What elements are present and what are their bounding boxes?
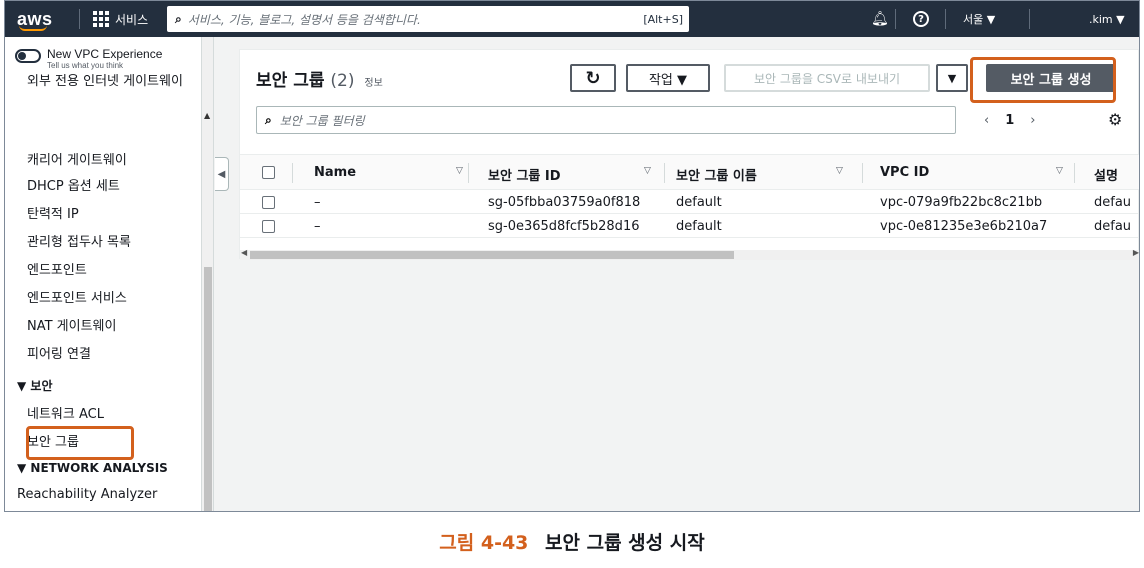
sidebar-item-dhcp-options[interactable]: DHCP 옵션 세트 <box>27 175 120 194</box>
refresh-icon: ↻ <box>585 67 601 89</box>
aws-logo[interactable]: aws <box>17 1 53 37</box>
chevron-left-icon: ◀ <box>217 168 226 180</box>
row-checkbox[interactable] <box>262 196 275 209</box>
sidebar-item-peering[interactable]: 피어링 연결 <box>27 343 91 362</box>
cell-group-id[interactable]: sg-05fbba03759a0f818 <box>488 195 640 210</box>
sidebar-section-security[interactable]: ▼ 보안 <box>17 377 53 394</box>
highlight-create-button <box>970 57 1116 103</box>
table-row[interactable]: – sg-05fbba03759a0f818 default vpc-079a9… <box>240 192 1139 214</box>
sidebar-item-endpoints[interactable]: 엔드포인트 <box>27 259 87 278</box>
cell-vpc-id[interactable]: vpc-0e81235e3e6b210a7 <box>880 219 1047 234</box>
scroll-left-icon[interactable]: ◀ <box>241 248 247 257</box>
info-link[interactable]: 정보 <box>364 78 382 89</box>
sidebar-item-egress-gateway[interactable]: 외부 전용 인터넷 게이트웨이 <box>27 73 197 107</box>
column-divider <box>468 163 469 183</box>
nav-divider <box>945 9 946 29</box>
grid-menu-icon <box>93 11 109 27</box>
cell-name: – <box>314 219 321 234</box>
select-all-checkbox[interactable] <box>262 166 275 179</box>
sidebar-section-network-analysis[interactable]: ▼ NETWORK ANALYSIS <box>17 461 168 475</box>
search-shortcut: [Alt+S] <box>643 12 683 26</box>
cell-name: – <box>314 195 321 210</box>
cell-description: defau <box>1094 219 1132 234</box>
sidebar-item-elastic-ip[interactable]: 탄력적 IP <box>27 203 79 222</box>
aws-smile-icon <box>19 25 47 31</box>
sort-icon[interactable]: ▽ <box>836 166 843 176</box>
cell-group-name: default <box>676 219 722 234</box>
actions-button[interactable]: 작업 ▼ <box>626 64 710 92</box>
global-search-input[interactable]: ⌕ 서비스, 기능, 블로그, 설명서 등을 검색합니다. [Alt+S] <box>167 6 689 32</box>
highlight-security-groups <box>26 426 134 460</box>
cell-group-id[interactable]: sg-0e365d8fcf5b28d16 <box>488 219 639 234</box>
search-icon: ⌕ <box>265 112 272 127</box>
gear-icon[interactable]: ⚙ <box>1108 110 1122 129</box>
refresh-button[interactable]: ↻ <box>570 64 616 92</box>
sort-icon[interactable]: ▽ <box>456 166 463 176</box>
scroll-thumb[interactable] <box>250 251 734 259</box>
column-header-name[interactable]: Name <box>314 165 356 180</box>
region-selector[interactable]: 서울 ▼ <box>963 1 995 37</box>
page-title: 보안 그룹 (2) 정보 <box>256 66 383 91</box>
column-header-description[interactable]: 설명 <box>1094 165 1118 184</box>
new-vpc-experience-toggle[interactable]: New VPC Experience Tell us what you thin… <box>15 47 162 70</box>
table-horizontal-scrollbar[interactable]: ◀ ▶ <box>240 248 1139 260</box>
notifications-bell-icon[interactable]: 🔔︎ <box>871 1 889 37</box>
browser-frame: aws 서비스 ⌕ 서비스, 기능, 블로그, 설명서 등을 검색합니다. [A… <box>4 0 1140 512</box>
pagination: ‹ 1 › <box>984 106 1035 134</box>
help-button[interactable]: ? <box>913 1 929 37</box>
nav-divider <box>79 9 80 29</box>
cell-vpc-id[interactable]: vpc-079a9fb22bc8c21bb <box>880 195 1042 210</box>
filter-input[interactable]: ⌕ 보안 그룹 필터링 <box>256 106 956 134</box>
row-checkbox[interactable] <box>262 220 275 233</box>
prev-page-icon[interactable]: ‹ <box>984 113 989 128</box>
services-menu-button[interactable]: 서비스 <box>93 1 148 37</box>
table-row[interactable]: – sg-0e365d8fcf5b28d16 default vpc-0e812… <box>240 216 1139 238</box>
account-menu[interactable]: .kim ▼ <box>1089 1 1125 37</box>
sidebar-item-network-acl[interactable]: 네트워크 ACL <box>27 403 104 422</box>
search-placeholder: 서비스, 기능, 블로그, 설명서 등을 검색합니다. <box>187 12 421 27</box>
column-divider <box>292 163 293 183</box>
nav-divider <box>1029 9 1030 29</box>
scroll-right-icon[interactable]: ▶ <box>1133 248 1139 257</box>
scroll-up-icon[interactable]: ▲ <box>204 111 210 120</box>
table-header: Name ▽ 보안 그룹 ID ▽ 보안 그룹 이름 ▽ VPC ID ▽ 설명 <box>240 154 1139 190</box>
sidebar-item-carrier-gateway[interactable]: 캐리어 게이트웨이 <box>27 149 127 168</box>
toggle-switch-icon[interactable] <box>15 49 41 63</box>
sort-icon[interactable]: ▽ <box>1056 166 1063 176</box>
toggle-subtitle: Tell us what you think <box>47 61 124 70</box>
cell-group-name: default <box>676 195 722 210</box>
collapse-sidebar-button[interactable]: ◀ <box>215 157 229 191</box>
filter-placeholder: 보안 그룹 필터링 <box>279 113 365 128</box>
help-icon: ? <box>913 11 929 27</box>
column-header-group-name[interactable]: 보안 그룹 이름 <box>676 165 757 184</box>
toggle-title: New VPC Experience <box>47 47 163 61</box>
column-divider <box>1074 163 1075 183</box>
services-label: 서비스 <box>115 12 149 27</box>
nav-divider <box>895 9 896 29</box>
sidebar-item-endpoint-services[interactable]: 엔드포인트 서비스 <box>27 287 127 306</box>
scroll-thumb[interactable] <box>204 267 212 511</box>
export-csv-button[interactable]: 보안 그룹을 CSV로 내보내기 <box>724 64 930 92</box>
cell-description: defau <box>1094 195 1132 210</box>
page-number[interactable]: 1 <box>1005 113 1014 128</box>
column-header-vpc-id[interactable]: VPC ID <box>880 165 929 180</box>
next-page-icon[interactable]: › <box>1030 113 1035 128</box>
title-count: (2) <box>330 71 355 91</box>
figure-caption: 그림 4-43 보안 그룹 생성 시작 <box>0 528 1144 555</box>
search-icon: ⌕ <box>175 11 182 26</box>
sidebar-item-nat-gateways[interactable]: NAT 게이트웨이 <box>27 315 116 334</box>
top-navigation: aws 서비스 ⌕ 서비스, 기능, 블로그, 설명서 등을 검색합니다. [A… <box>5 1 1139 37</box>
sort-icon[interactable]: ▽ <box>644 166 651 176</box>
column-divider <box>664 163 665 183</box>
column-header-group-id[interactable]: 보안 그룹 ID <box>488 165 561 184</box>
caption-text: 보안 그룹 생성 시작 <box>545 532 705 554</box>
column-divider <box>862 163 863 183</box>
export-dropdown-button[interactable]: ▼ <box>936 64 968 92</box>
sidebar-item-reachability-analyzer[interactable]: Reachability Analyzer <box>17 487 157 502</box>
title-text: 보안 그룹 <box>256 71 325 91</box>
sidebar-item-prefix-lists[interactable]: 관리형 접두사 목록 <box>27 231 131 250</box>
caption-number: 그림 4-43 <box>439 532 529 554</box>
sidebar-scrollbar[interactable]: ▲ <box>202 37 214 511</box>
